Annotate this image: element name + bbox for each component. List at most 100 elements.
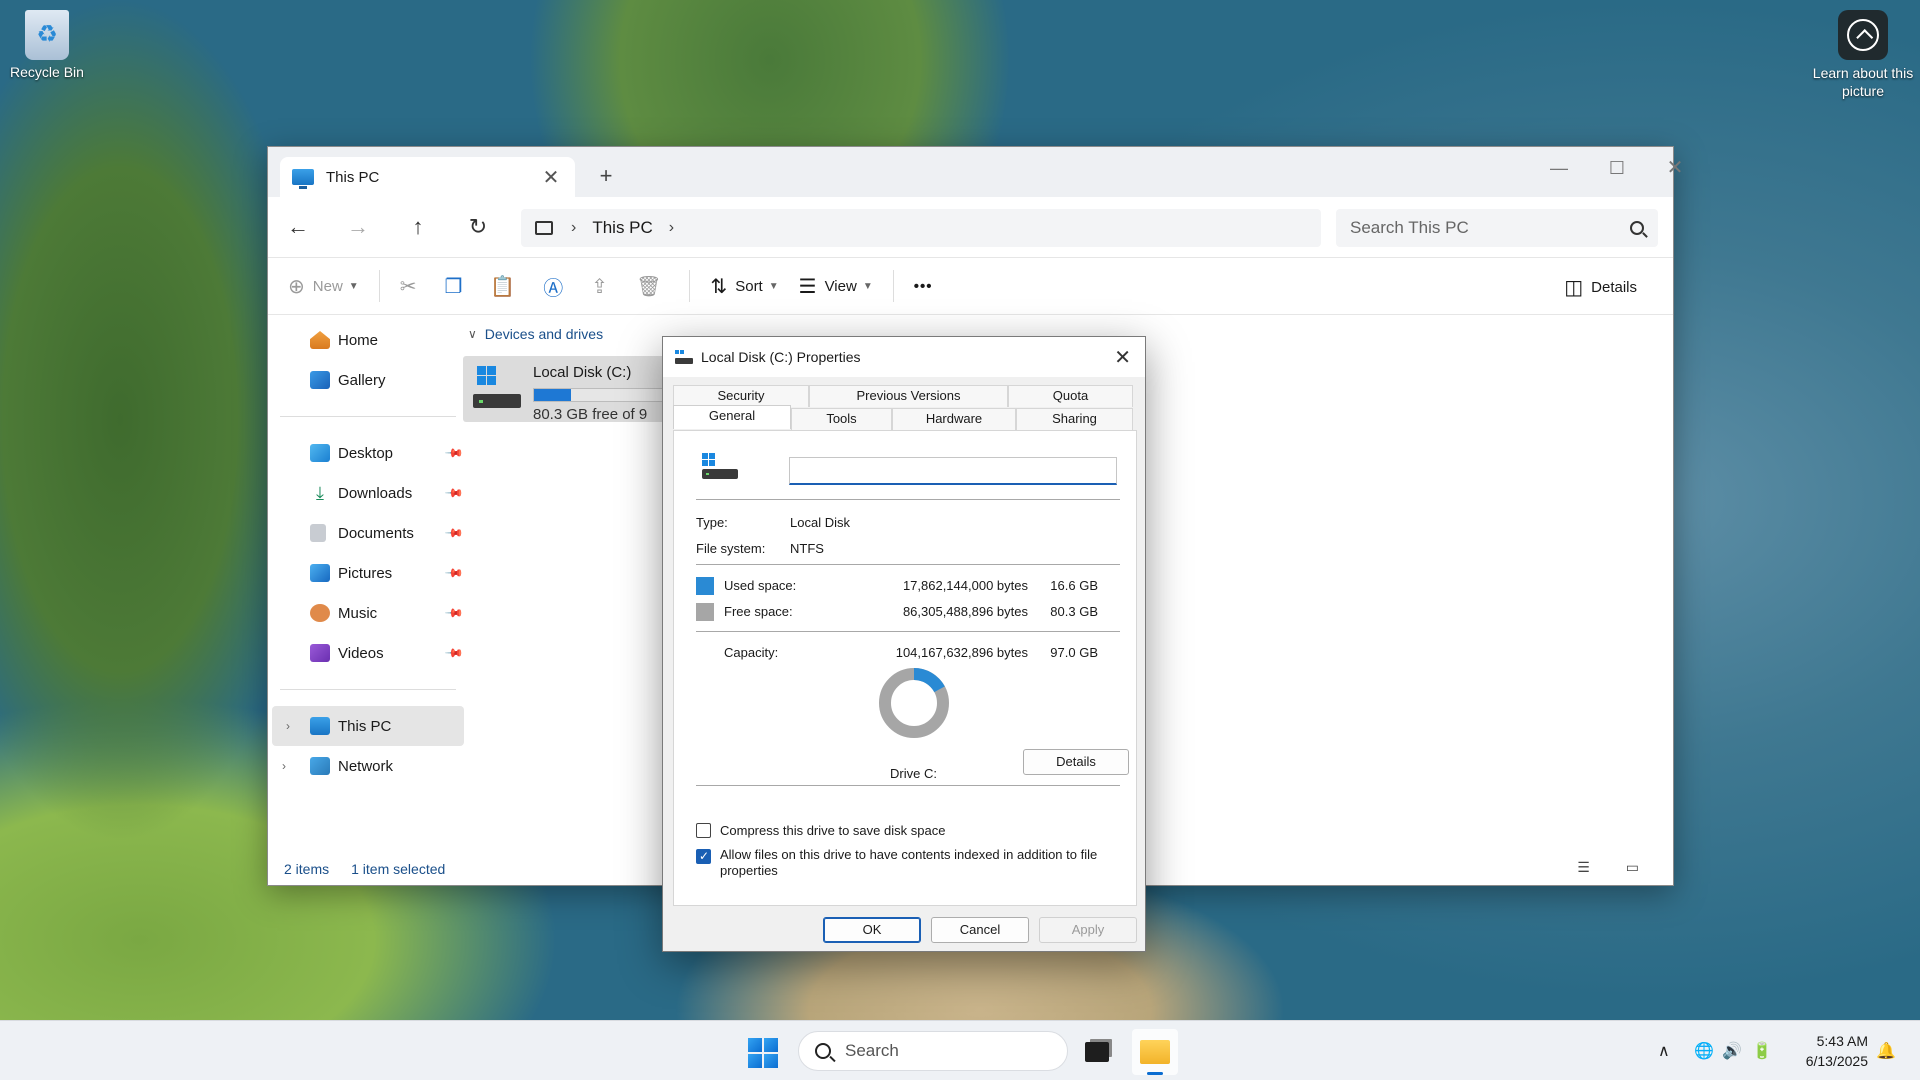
used-space-bytes: 17,862,144,000 bytes — [902, 578, 1028, 593]
pin-icon[interactable]: 📌 — [444, 443, 464, 463]
dialog-close-icon[interactable]: ✕ — [1114, 345, 1131, 370]
volume-icon[interactable]: 🔊 — [1722, 1041, 1742, 1061]
pin-icon[interactable]: 📌 — [444, 643, 464, 663]
tab-close-icon[interactable]: ✕ — [539, 165, 563, 190]
tab-sharing[interactable]: Sharing — [1016, 408, 1133, 430]
type-value: Local Disk — [790, 515, 850, 530]
tab-hardware[interactable]: Hardware — [892, 408, 1016, 430]
apply-button[interactable]: Apply — [1039, 917, 1137, 943]
details-view-icon[interactable]: ☰ — [1577, 859, 1590, 876]
minimize-button[interactable]: — — [1530, 153, 1588, 183]
more-options-button[interactable]: ••• — [904, 266, 943, 306]
tab-quota[interactable]: Quota — [1008, 385, 1133, 407]
sidebar-item-label: Home — [338, 331, 379, 349]
desktop-icon — [310, 444, 330, 462]
address-bar[interactable]: › This PC › — [521, 209, 1321, 247]
sidebar-item-network[interactable]: › Network — [268, 746, 468, 786]
delete-button[interactable]: 🗑 — [626, 266, 679, 306]
start-button[interactable] — [748, 1038, 778, 1068]
learn-about-picture-shortcut[interactable]: Learn about this picture — [1808, 10, 1918, 100]
type-label: Type: — [696, 515, 728, 530]
sidebar-item-videos[interactable]: Videos 📌 — [268, 633, 468, 673]
view-button[interactable]: ☰ View ▼ — [789, 266, 883, 306]
sidebar-item-desktop[interactable]: Desktop 📌 — [268, 433, 468, 473]
sidebar-item-gallery[interactable]: Gallery — [268, 360, 468, 400]
copy-button[interactable]: ❐ — [434, 266, 480, 306]
drive-usage-fill — [534, 389, 572, 401]
compress-drive-checkbox[interactable] — [696, 823, 711, 838]
cut-button[interactable]: ✂ — [390, 266, 435, 306]
cancel-button[interactable]: Cancel — [931, 917, 1029, 943]
sidebar-item-this-pc[interactable]: › This PC — [272, 706, 464, 746]
sidebar-divider — [280, 689, 456, 690]
tab-general[interactable]: General — [673, 405, 791, 429]
capacity-bytes: 104,167,632,896 bytes — [895, 645, 1028, 660]
breadcrumb-this-pc[interactable]: This PC — [592, 218, 652, 238]
tiles-view-icon[interactable]: ▭ — [1626, 859, 1639, 876]
toolbar-divider — [378, 270, 380, 302]
sidebar-item-home[interactable]: Home — [268, 320, 468, 360]
notification-bell-icon[interactable]: 🔔 — [1876, 1041, 1896, 1061]
task-view-button[interactable] — [1074, 1029, 1120, 1075]
chevron-right-icon[interactable]: › — [282, 759, 286, 773]
forward-button[interactable]: → — [340, 209, 376, 245]
globe-icon[interactable]: 🌐 — [1694, 1041, 1714, 1061]
maximize-button[interactable]: ☐ — [1588, 153, 1646, 183]
sidebar-item-label: Pictures — [338, 564, 393, 582]
sidebar-divider — [280, 416, 456, 417]
ok-button[interactable]: OK — [823, 917, 921, 943]
capacity-label: Capacity: — [724, 645, 779, 660]
up-button[interactable]: ↑ — [400, 209, 436, 245]
battery-icon[interactable]: 🔋 — [1752, 1041, 1772, 1061]
tab-security[interactable]: Security — [673, 385, 809, 407]
clock[interactable]: 5:43 AM 6/13/2025 — [1794, 1031, 1868, 1071]
pin-icon[interactable]: 📌 — [444, 563, 464, 583]
paste-button[interactable]: 📋 — [480, 266, 533, 306]
close-window-button[interactable]: ✕ — [1646, 153, 1704, 183]
sidebar-item-label: Music — [338, 604, 378, 622]
disk-details-button[interactable]: Details — [1023, 749, 1129, 775]
index-contents-checkbox[interactable] — [696, 849, 711, 864]
pin-icon[interactable]: 📌 — [444, 523, 464, 543]
tab-this-pc[interactable]: This PC ✕ — [280, 157, 575, 197]
taskbar-search-input[interactable]: Search — [845, 1041, 899, 1061]
compress-drive-label[interactable]: Compress this drive to save disk space — [720, 823, 945, 838]
pin-icon[interactable]: 📌 — [444, 483, 464, 503]
refresh-button[interactable]: ↻ — [460, 209, 496, 245]
file-explorer-taskbar-button[interactable] — [1132, 1029, 1178, 1075]
separator-line — [696, 785, 1120, 786]
search-input[interactable]: Search This PC — [1350, 218, 1469, 238]
sidebar-item-documents[interactable]: Documents 📌 — [268, 513, 468, 553]
search-box[interactable]: Search This PC — [1336, 209, 1658, 247]
chevron-right-icon[interactable]: › — [571, 219, 576, 237]
sidebar-item-music[interactable]: Music 📌 — [268, 593, 468, 633]
trash-icon: 🗑 — [636, 275, 662, 298]
new-button[interactable]: ⊕ New ▼ — [278, 266, 369, 306]
back-button[interactable]: ← — [280, 209, 316, 245]
sidebar-item-pictures[interactable]: Pictures 📌 — [268, 553, 468, 593]
this-pc-icon — [310, 717, 330, 735]
drive-name-input[interactable] — [789, 457, 1117, 485]
details-pane-button[interactable]: ◫ Details — [1554, 267, 1647, 307]
tab-previous-versions[interactable]: Previous Versions — [809, 385, 1008, 407]
clipboard-icon: 📋 — [490, 275, 516, 298]
index-contents-label[interactable]: Allow files on this drive to have conten… — [720, 847, 1097, 879]
new-tab-button[interactable]: + — [594, 163, 618, 189]
sort-label: Sort — [735, 277, 763, 295]
chevron-right-icon[interactable]: › — [669, 219, 674, 237]
rename-button[interactable]: Ⓐ — [533, 266, 581, 306]
pin-icon[interactable]: 📌 — [444, 603, 464, 623]
scissors-icon: ✂ — [399, 275, 417, 298]
tab-tools[interactable]: Tools — [791, 408, 892, 430]
sidebar-item-downloads[interactable]: ⤓ Downloads 📌 — [268, 473, 468, 513]
drive-letter-label: Drive C: — [890, 766, 937, 781]
show-hidden-icons-chevron-icon[interactable]: ∧ — [1658, 1041, 1670, 1061]
group-header-devices[interactable]: ∨ Devices and drives — [468, 326, 603, 342]
recycle-bin-shortcut[interactable]: Recycle Bin — [6, 10, 88, 80]
sort-button[interactable]: ⇅ Sort ▼ — [700, 266, 788, 306]
learn-about-picture-icon — [1838, 10, 1888, 60]
chevron-right-icon[interactable]: › — [286, 719, 290, 733]
share-button[interactable]: ⇪ — [581, 266, 626, 306]
taskbar-search[interactable]: Search — [798, 1031, 1068, 1071]
network-icon — [310, 757, 330, 775]
